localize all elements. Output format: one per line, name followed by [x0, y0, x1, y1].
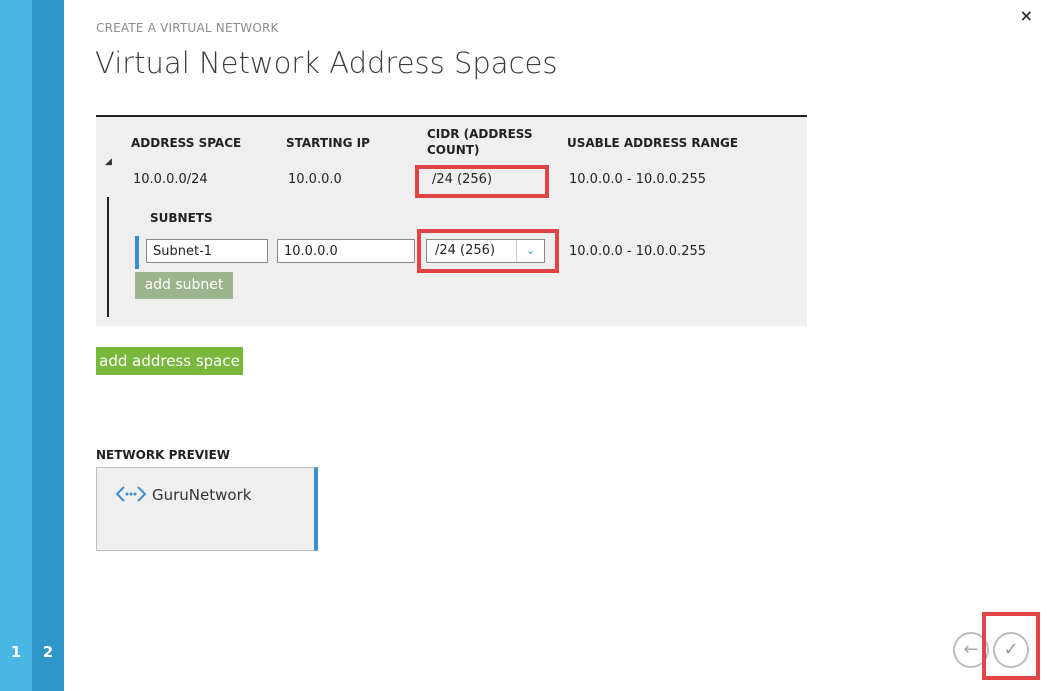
add-address-space-button[interactable]: add address space — [96, 347, 243, 375]
subnet-tree-line — [107, 197, 109, 317]
header-starting-ip: STARTING IP — [286, 136, 370, 150]
step-2[interactable]: 2 — [32, 0, 64, 691]
highlight-complete-button — [982, 612, 1040, 680]
subnet-name-input[interactable] — [146, 239, 268, 263]
header-usable-range: USABLE ADDRESS RANGE — [567, 136, 739, 150]
network-icon — [115, 486, 147, 502]
network-preview-heading: NETWORK PREVIEW — [96, 448, 230, 462]
close-icon[interactable]: × — [1020, 6, 1033, 25]
header-address-space: ADDRESS SPACE — [131, 136, 242, 150]
wizard-steps: 1 2 — [0, 0, 64, 691]
usable-range-value: 10.0.0.0 - 10.0.0.255 — [569, 172, 707, 187]
highlight-cidr-value — [415, 165, 549, 198]
subnet-row-marker — [135, 236, 139, 269]
step-2-number: 2 — [42, 643, 54, 661]
header-cidr-line1: CIDR (ADDRESS — [427, 127, 533, 141]
address-space-value: 10.0.0.0/24 — [133, 172, 208, 187]
subnets-heading: SUBNETS — [150, 211, 213, 225]
network-preview-card: GuruNetwork — [96, 467, 318, 551]
breadcrumb: CREATE A VIRTUAL NETWORK — [96, 21, 279, 35]
starting-ip-value: 10.0.0.0 — [288, 172, 342, 187]
step-1-number: 1 — [10, 643, 22, 661]
highlight-cidr-select — [417, 229, 559, 273]
add-subnet-button[interactable]: add subnet — [135, 272, 233, 299]
header-cidr: CIDR (ADDRESS COUNT) — [427, 126, 533, 158]
subnet-starting-ip-input[interactable] — [277, 239, 415, 263]
step-1[interactable]: 1 — [0, 0, 32, 691]
subnet-usable-range: 10.0.0.0 - 10.0.0.255 — [569, 244, 707, 259]
collapse-triangle-icon[interactable]: ◢ — [105, 157, 112, 167]
page-title: Virtual Network Address Spaces — [95, 46, 558, 80]
address-space-panel: ADDRESS SPACE STARTING IP CIDR (ADDRESS … — [96, 115, 807, 326]
header-cidr-line2: COUNT) — [427, 143, 480, 157]
network-name: GuruNetwork — [152, 486, 252, 504]
